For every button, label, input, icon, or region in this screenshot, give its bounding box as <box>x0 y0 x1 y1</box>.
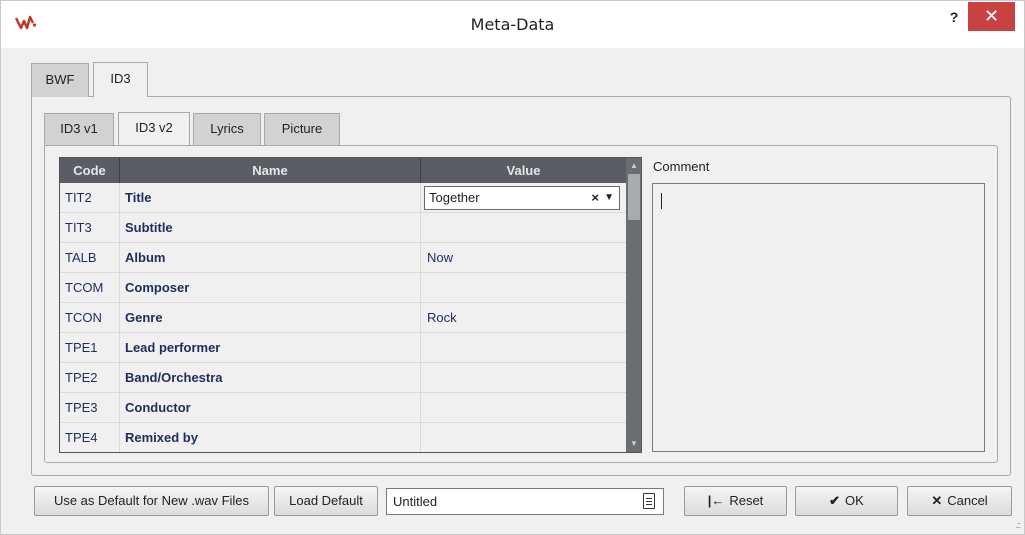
value-cell[interactable] <box>421 393 626 423</box>
name-cell: Remixed by <box>120 423 421 452</box>
preset-name-field[interactable]: Untitled <box>386 488 664 515</box>
preset-name-text[interactable]: Untitled <box>393 494 437 509</box>
reset-label: Reset <box>729 493 764 508</box>
tab-bwf[interactable]: BWF <box>31 63 89 97</box>
value-cell[interactable] <box>421 363 626 393</box>
code-cell: TIT3 <box>60 213 120 243</box>
ok-button[interactable]: ✔ OK <box>795 486 898 516</box>
window-title: Meta-Data <box>470 15 555 34</box>
comment-textarea[interactable] <box>652 183 985 452</box>
meta-data-window: Meta-Data ? ✕ BWF ID3 ID3 v1 ID3 v2 Lyri… <box>0 0 1025 535</box>
table-row[interactable]: TPE2 Band/Orchestra <box>60 363 626 393</box>
table-row[interactable]: TPE1 Lead performer <box>60 333 626 363</box>
value-cell[interactable] <box>421 333 626 363</box>
table-row[interactable]: TALB Album Now <box>60 243 626 273</box>
name-cell: Composer <box>120 273 421 303</box>
load-default-button[interactable]: Load Default <box>274 486 378 516</box>
ok-label: OK <box>845 493 864 508</box>
code-cell: TALB <box>60 243 120 273</box>
cancel-button[interactable]: ✕ Cancel <box>907 486 1012 516</box>
dropdown-arrow-icon[interactable]: ▼ <box>604 187 614 209</box>
value-cell[interactable]: Now <box>421 243 626 273</box>
title-bar: Meta-Data ? ✕ <box>1 1 1024 48</box>
table-row[interactable]: TPE3 Conductor <box>60 393 626 423</box>
name-cell: Genre <box>120 303 421 333</box>
table-header: Code Name Value <box>60 158 626 183</box>
use-as-default-button[interactable]: Use as Default for New .wav Files <box>34 486 269 516</box>
code-cell: TCOM <box>60 273 120 303</box>
value-input-text[interactable]: Together <box>429 190 480 205</box>
column-header-name[interactable]: Name <box>120 158 421 183</box>
code-cell: TPE4 <box>60 423 120 452</box>
code-cell: TPE3 <box>60 393 120 423</box>
name-cell: Title <box>120 183 421 213</box>
code-cell: TPE2 <box>60 363 120 393</box>
scroll-up-icon[interactable]: ▲ <box>626 158 641 174</box>
resize-grip-icon[interactable]: .:: <box>1015 520 1020 530</box>
cancel-icon: ✕ <box>931 493 943 508</box>
clear-icon[interactable]: × <box>591 187 599 209</box>
value-combobox[interactable]: Together × ▼ <box>424 186 620 210</box>
code-cell: TIT2 <box>60 183 120 213</box>
value-cell[interactable] <box>421 213 626 243</box>
tab-picture[interactable]: Picture <box>264 113 340 145</box>
name-cell: Album <box>120 243 421 273</box>
table-row[interactable]: TIT2 Title Together × ▼ <box>60 183 626 213</box>
reset-icon: |← <box>707 493 725 508</box>
scrollbar-thumb[interactable] <box>628 174 640 220</box>
table-row[interactable]: TIT3 Subtitle <box>60 213 626 243</box>
value-cell[interactable] <box>421 273 626 303</box>
metadata-table: Code Name Value TIT2 Title Together × ▼ … <box>59 157 642 453</box>
text-caret <box>661 193 662 209</box>
tab-id3-v1[interactable]: ID3 v1 <box>44 113 114 145</box>
tab-id3[interactable]: ID3 <box>93 62 148 97</box>
name-cell: Band/Orchestra <box>120 363 421 393</box>
checkmark-icon: ✔ <box>829 493 841 508</box>
code-cell: TCON <box>60 303 120 333</box>
column-header-value[interactable]: Value <box>421 158 626 183</box>
name-cell: Lead performer <box>120 333 421 363</box>
name-cell: Subtitle <box>120 213 421 243</box>
cancel-label: Cancel <box>947 493 988 508</box>
tab-lyrics[interactable]: Lyrics <box>193 113 261 145</box>
name-cell: Conductor <box>120 393 421 423</box>
preset-icon[interactable] <box>643 493 655 509</box>
comment-label: Comment <box>653 159 710 174</box>
reset-button[interactable]: |← Reset <box>684 486 787 516</box>
table-row[interactable]: TCOM Composer <box>60 273 626 303</box>
table-row[interactable]: TPE4 Remixed by <box>60 423 626 452</box>
scroll-down-icon[interactable]: ▼ <box>626 436 641 452</box>
close-icon[interactable]: ✕ <box>968 2 1015 31</box>
value-cell[interactable] <box>421 423 626 452</box>
table-row[interactable]: TCON Genre Rock <box>60 303 626 333</box>
code-cell: TPE1 <box>60 333 120 363</box>
value-cell[interactable]: Rock <box>421 303 626 333</box>
column-header-code[interactable]: Code <box>60 158 120 183</box>
tab-id3-v2[interactable]: ID3 v2 <box>118 112 190 145</box>
help-icon[interactable]: ? <box>943 7 965 27</box>
table-scrollbar[interactable]: ▲ ▼ <box>626 158 641 452</box>
